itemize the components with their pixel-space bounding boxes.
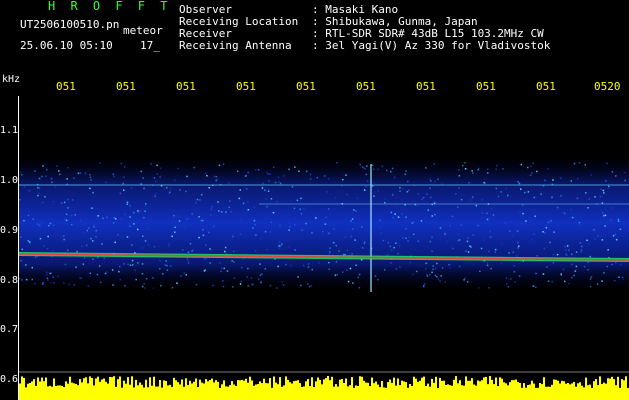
x-tick: 051: [236, 80, 256, 93]
y-tick: 0.9: [0, 225, 19, 236]
y-tick: 1.0: [0, 175, 19, 186]
x-tick: 051: [356, 80, 376, 93]
spectrogram-plot: [19, 96, 629, 400]
noise-level-bar: [19, 376, 629, 400]
observation-type: meteor: [123, 24, 163, 37]
x-tick: 051: [416, 80, 436, 93]
image-index: 17_: [140, 39, 160, 52]
image-filename: UT2506100510.pn: [20, 18, 120, 31]
y-tick: 0.6: [0, 374, 19, 385]
x-tick: 0520: [594, 80, 621, 93]
x-tick: 051: [176, 80, 196, 93]
y-tick: 0.8: [0, 275, 19, 286]
app-brand: H R O F F T: [48, 0, 172, 13]
x-tick: 051: [56, 80, 76, 93]
x-tick: 051: [476, 80, 496, 93]
y-tick: 0.7: [0, 324, 19, 335]
antenna-value: : 3el Yagi(V) Az 330 for Vladivostok: [312, 39, 551, 52]
y-tick: 1.1: [0, 125, 19, 136]
observation-datetime: 25.06.10 05:10: [20, 39, 113, 52]
x-tick: 051: [536, 80, 556, 93]
x-tick: 051: [116, 80, 136, 93]
antenna-label: Receiving Antenna: [179, 39, 292, 52]
x-tick: 051: [296, 80, 316, 93]
noise-band: [19, 154, 629, 292]
y-axis-unit: kHz: [2, 74, 21, 85]
